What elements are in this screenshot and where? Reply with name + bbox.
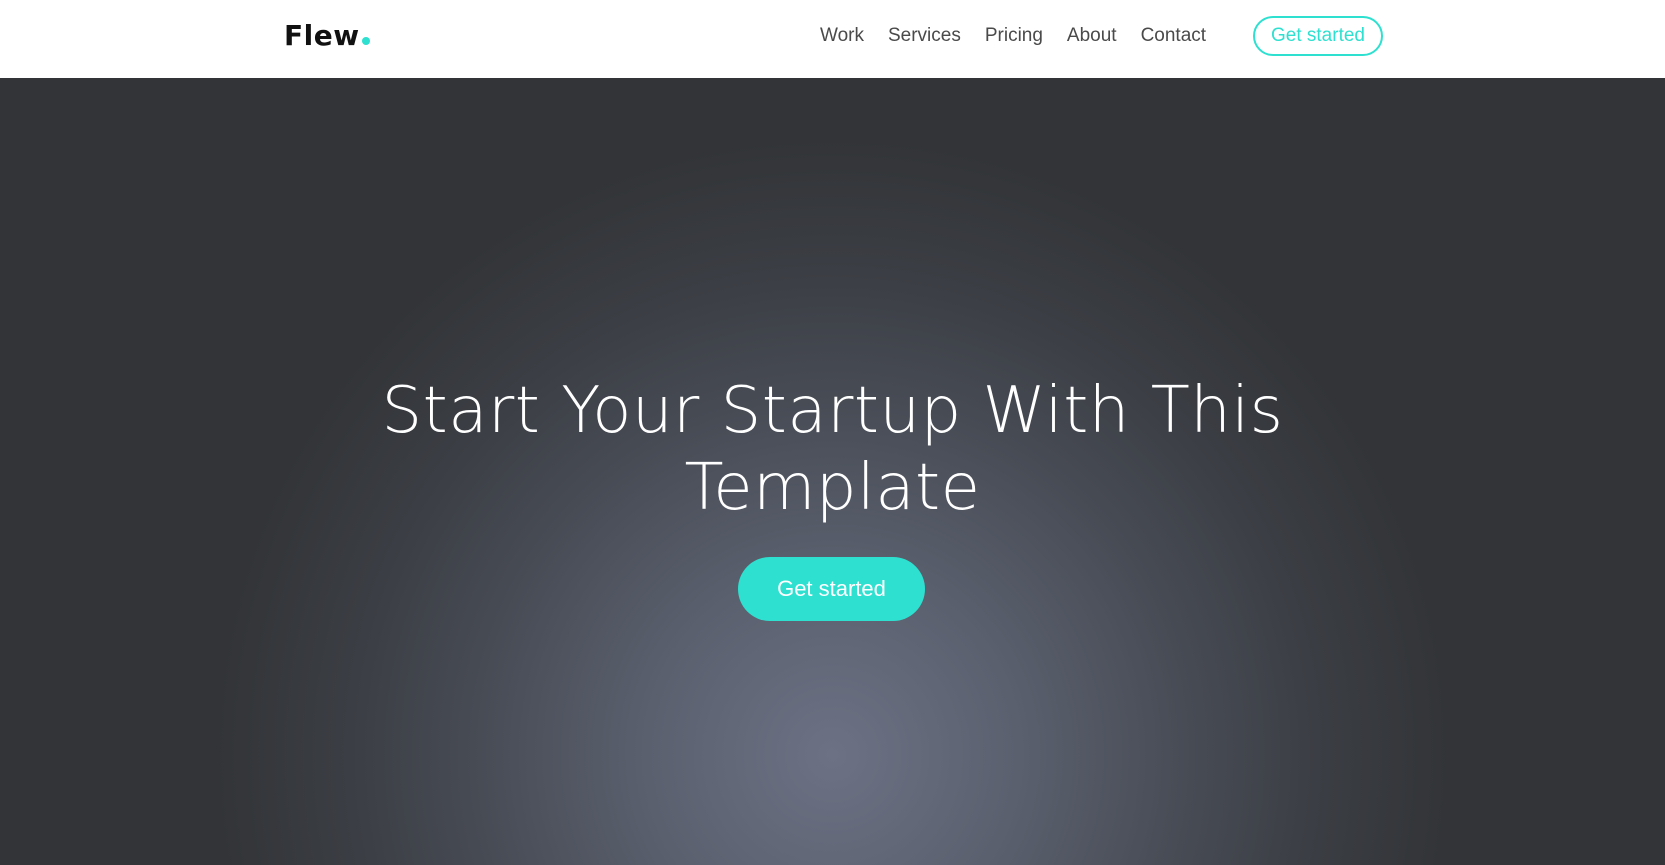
hero-get-started-button[interactable]: Get started [738, 557, 925, 621]
nav-link-pricing[interactable]: Pricing [985, 25, 1043, 47]
brand-logo[interactable]: Flew [284, 18, 370, 54]
hero-title-line-2: Template [684, 451, 981, 525]
hero-title: Start Your Startup With This Template [0, 373, 1665, 527]
hero-section: Start Your Startup With This Template Ge… [0, 78, 1665, 865]
logo-dot-icon [361, 37, 370, 45]
nav-link-services[interactable]: Services [888, 25, 961, 47]
top-navbar: Flew Work Services Pricing About Contact… [0, 0, 1665, 78]
main-nav: Work Services Pricing About Contact [820, 0, 1230, 72]
brand-name: Flew [284, 19, 360, 52]
nav-link-contact[interactable]: Contact [1141, 25, 1206, 47]
nav-link-work[interactable]: Work [820, 25, 864, 47]
nav-get-started-button[interactable]: Get started [1253, 16, 1383, 56]
nav-link-about[interactable]: About [1067, 25, 1117, 47]
hero-title-line-1: Start Your Startup With This [381, 374, 1284, 448]
